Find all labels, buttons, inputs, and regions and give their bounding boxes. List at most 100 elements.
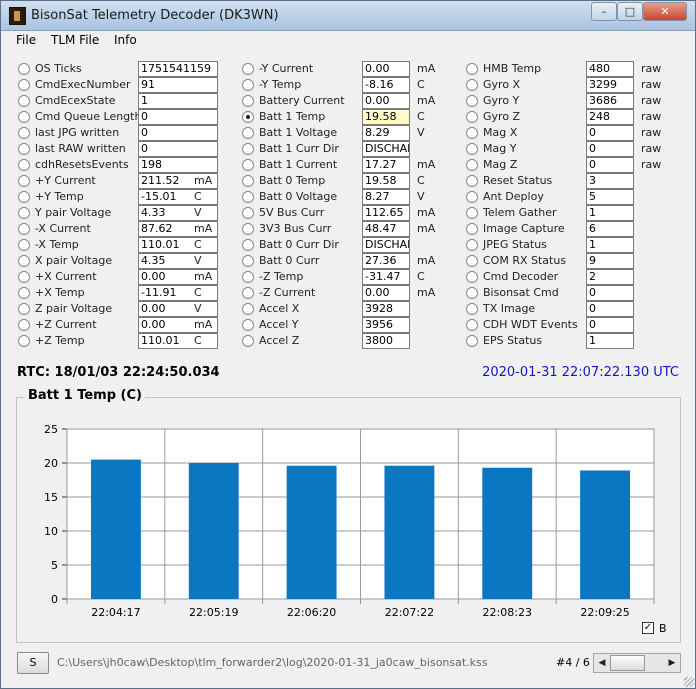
telemetry-radio[interactable] xyxy=(242,191,254,203)
telemetry-radio[interactable] xyxy=(18,207,30,219)
telemetry-value[interactable]: 3 xyxy=(586,173,634,189)
telemetry-value[interactable]: 112.65 xyxy=(362,205,410,221)
telemetry-radio[interactable] xyxy=(466,255,478,267)
telemetry-radio[interactable] xyxy=(466,287,478,299)
telemetry-radio[interactable] xyxy=(242,239,254,251)
telemetry-radio[interactable] xyxy=(242,319,254,331)
telemetry-radio[interactable] xyxy=(242,79,254,91)
telemetry-value[interactable]: 3800 xyxy=(362,333,410,349)
telemetry-value[interactable]: 0 xyxy=(586,301,634,317)
telemetry-value[interactable]: 248 xyxy=(586,109,634,125)
scroll-thumb[interactable] xyxy=(610,655,645,671)
telemetry-radio[interactable] xyxy=(18,143,30,155)
telemetry-radio[interactable] xyxy=(466,143,478,155)
telemetry-radio[interactable] xyxy=(242,207,254,219)
telemetry-radio[interactable] xyxy=(18,175,30,187)
telemetry-value[interactable]: 0 xyxy=(138,125,218,141)
telemetry-value[interactable]: 17.27 xyxy=(362,157,410,173)
telemetry-value[interactable]: 0 xyxy=(586,157,634,173)
telemetry-radio[interactable] xyxy=(18,95,30,107)
telemetry-value[interactable]: 19.58 xyxy=(362,109,410,125)
telemetry-value[interactable]: 0 xyxy=(586,125,634,141)
title-bar[interactable]: BisonSat Telemetry Decoder (DK3WN) – □ ✕ xyxy=(1,1,695,31)
telemetry-value[interactable]: -15.01 xyxy=(138,189,218,205)
s-button[interactable]: S xyxy=(17,652,49,674)
telemetry-value[interactable]: 19.58 xyxy=(362,173,410,189)
telemetry-value[interactable]: 6 xyxy=(586,221,634,237)
telemetry-value[interactable]: 0 xyxy=(586,285,634,301)
telemetry-radio[interactable] xyxy=(466,159,478,171)
telemetry-radio[interactable] xyxy=(242,271,254,283)
telemetry-radio[interactable] xyxy=(18,127,30,139)
record-scrollbar[interactable]: ◀ ▶ xyxy=(593,653,681,673)
telemetry-value[interactable]: 3956 xyxy=(362,317,410,333)
telemetry-value[interactable]: 27.36 xyxy=(362,253,410,269)
telemetry-radio[interactable] xyxy=(466,63,478,75)
telemetry-radio[interactable] xyxy=(18,63,30,75)
telemetry-radio[interactable] xyxy=(466,95,478,107)
telemetry-radio[interactable] xyxy=(242,143,254,155)
telemetry-radio[interactable] xyxy=(18,287,30,299)
telemetry-radio[interactable] xyxy=(466,271,478,283)
telemetry-value[interactable]: 9 xyxy=(586,253,634,269)
telemetry-radio[interactable] xyxy=(18,159,30,171)
telemetry-value[interactable]: 0 xyxy=(138,141,218,157)
telemetry-value[interactable]: -11.91 xyxy=(138,285,218,301)
series-visibility-checkbox[interactable]: ✓ xyxy=(642,622,654,634)
telemetry-radio[interactable] xyxy=(466,207,478,219)
telemetry-value[interactable]: 480 xyxy=(586,61,634,77)
maximize-button[interactable]: □ xyxy=(617,2,643,21)
telemetry-radio[interactable] xyxy=(18,335,30,347)
telemetry-value[interactable]: DISCHARGE xyxy=(362,237,410,253)
telemetry-value[interactable]: 5 xyxy=(586,189,634,205)
telemetry-value[interactable]: 0.00 xyxy=(362,93,410,109)
telemetry-radio[interactable] xyxy=(242,175,254,187)
telemetry-value[interactable]: 8.27 xyxy=(362,189,410,205)
telemetry-value[interactable]: -31.47 xyxy=(362,269,410,285)
telemetry-radio[interactable] xyxy=(18,255,30,267)
telemetry-radio[interactable] xyxy=(466,111,478,123)
telemetry-radio[interactable] xyxy=(242,95,254,107)
minimize-button[interactable]: – xyxy=(591,2,617,21)
telemetry-radio[interactable] xyxy=(18,303,30,315)
telemetry-radio[interactable] xyxy=(18,319,30,331)
telemetry-radio[interactable] xyxy=(242,287,254,299)
telemetry-radio[interactable] xyxy=(466,335,478,347)
menu-tlm-file[interactable]: TLM File xyxy=(51,33,99,47)
telemetry-radio[interactable] xyxy=(466,303,478,315)
telemetry-radio[interactable] xyxy=(466,239,478,251)
telemetry-value[interactable]: 198 xyxy=(138,157,218,173)
telemetry-radio[interactable] xyxy=(18,239,30,251)
resize-grip-icon[interactable] xyxy=(684,677,694,687)
telemetry-value[interactable]: 4.35 xyxy=(138,253,218,269)
telemetry-value[interactable]: 1 xyxy=(586,205,634,221)
telemetry-value[interactable]: 4.33 xyxy=(138,205,218,221)
telemetry-radio[interactable] xyxy=(242,63,254,75)
telemetry-radio[interactable] xyxy=(242,111,254,123)
telemetry-radio[interactable] xyxy=(466,319,478,331)
scroll-right-arrow-icon[interactable]: ▶ xyxy=(664,654,680,672)
telemetry-value[interactable]: 2 xyxy=(586,269,634,285)
telemetry-value[interactable]: DISCHARGE xyxy=(362,141,410,157)
telemetry-radio[interactable] xyxy=(466,79,478,91)
telemetry-radio[interactable] xyxy=(18,223,30,235)
scroll-left-arrow-icon[interactable]: ◀ xyxy=(594,654,610,672)
telemetry-value[interactable]: 0 xyxy=(586,317,634,333)
telemetry-value[interactable]: 0 xyxy=(138,109,218,125)
telemetry-radio[interactable] xyxy=(242,255,254,267)
telemetry-radio[interactable] xyxy=(466,175,478,187)
telemetry-value[interactable]: 8.29 xyxy=(362,125,410,141)
telemetry-value[interactable]: 1 xyxy=(586,237,634,253)
telemetry-radio[interactable] xyxy=(466,223,478,235)
telemetry-value[interactable]: 1751541159 xyxy=(138,61,218,77)
menu-file[interactable]: File xyxy=(16,33,36,47)
telemetry-radio[interactable] xyxy=(242,127,254,139)
telemetry-value[interactable]: 3299 xyxy=(586,77,634,93)
telemetry-value[interactable]: 3686 xyxy=(586,93,634,109)
menu-info[interactable]: Info xyxy=(114,33,137,47)
telemetry-value[interactable]: 0.00 xyxy=(362,285,410,301)
telemetry-radio[interactable] xyxy=(242,303,254,315)
telemetry-value[interactable]: 0.00 xyxy=(138,301,218,317)
telemetry-value[interactable]: 48.47 xyxy=(362,221,410,237)
telemetry-value[interactable]: -8.16 xyxy=(362,77,410,93)
